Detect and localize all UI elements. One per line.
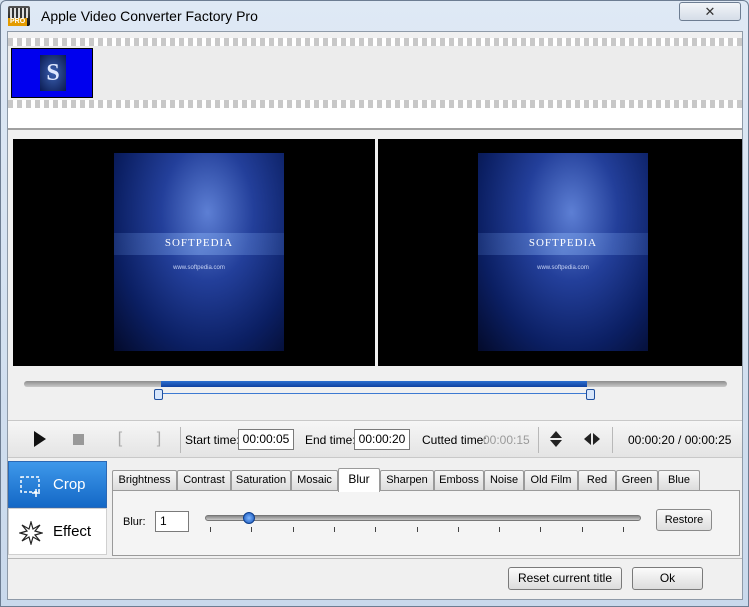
slider-tick xyxy=(375,527,377,532)
tab-emboss[interactable]: Emboss xyxy=(434,470,484,490)
app-logo-icon: PRO xyxy=(8,6,30,26)
crop-button[interactable]: Crop xyxy=(8,461,107,508)
title-bar: PRO Apple Video Converter Factory Pro ✕ xyxy=(1,1,748,31)
play-icon[interactable] xyxy=(30,421,50,457)
slider-tick xyxy=(581,527,583,532)
blur-label: Blur: xyxy=(123,516,146,528)
crop-icon xyxy=(20,476,40,497)
tab-green[interactable]: Green xyxy=(616,470,658,490)
strip-band xyxy=(8,46,742,100)
end-time-label: End time: xyxy=(305,433,356,447)
film-sprockets-top xyxy=(8,38,742,46)
divider xyxy=(8,128,742,130)
tab-contrast[interactable]: Contrast xyxy=(177,470,231,490)
slider-ticks xyxy=(210,527,640,533)
end-time-field[interactable]: 00:00:20 xyxy=(354,429,410,450)
main-content: S SOFTPEDIA www.softpedia.com SOFTPEDIA … xyxy=(7,31,743,600)
close-button[interactable]: ✕ xyxy=(679,2,741,21)
tab-noise[interactable]: Noise xyxy=(484,470,524,490)
original-preview: SOFTPEDIA www.softpedia.com xyxy=(13,139,375,366)
blur-slider-thumb[interactable] xyxy=(242,512,255,524)
separator xyxy=(612,427,613,453)
slider-tick xyxy=(623,527,624,532)
slider-tick xyxy=(499,527,501,532)
frame-url-text: www.softpedia.com xyxy=(173,265,225,271)
timeline-selection xyxy=(161,381,587,387)
tab-saturation[interactable]: Saturation xyxy=(231,470,291,490)
slider-tick xyxy=(416,527,418,532)
window-title: Apple Video Converter Factory Pro xyxy=(41,8,258,24)
slider-tick xyxy=(333,527,335,532)
frame-brand-text: SOFTPEDIA xyxy=(164,237,234,249)
output-preview: SOFTPEDIA www.softpedia.com xyxy=(378,139,742,366)
divider xyxy=(8,558,742,559)
stop-icon[interactable] xyxy=(68,421,88,457)
set-start-icon[interactable]: [ xyxy=(112,421,128,457)
start-time-label: Start time: xyxy=(185,433,240,447)
blur-slider-track[interactable] xyxy=(205,515,641,521)
start-marker-handle[interactable] xyxy=(154,389,163,400)
selection-line xyxy=(161,393,590,394)
slider-tick xyxy=(210,527,211,532)
separator xyxy=(180,427,181,453)
frame-url-text: www.softpedia.com xyxy=(537,265,589,271)
slider-tick xyxy=(251,527,253,532)
film-sprockets-bottom xyxy=(8,100,742,108)
tab-brightness[interactable]: Brightness xyxy=(112,470,177,490)
cutted-time-label: Cutted time: xyxy=(422,433,487,447)
original-frame: SOFTPEDIA www.softpedia.com xyxy=(114,153,284,351)
slider-tick xyxy=(457,527,459,532)
playback-controls: [ ] Start time: 00:00:05 End time: 00:00… xyxy=(8,420,742,458)
restore-button[interactable]: Restore xyxy=(656,509,712,531)
set-end-icon[interactable]: ] xyxy=(151,421,167,457)
crop-label: Crop xyxy=(53,476,86,493)
title-thumbnail[interactable]: S xyxy=(11,48,93,98)
cutted-time-value: 00:00:15 xyxy=(483,433,530,447)
slider-tick xyxy=(292,527,294,532)
tab-blue[interactable]: Blue xyxy=(658,470,700,490)
end-marker-handle[interactable] xyxy=(586,389,595,400)
tab-blur[interactable]: Blur xyxy=(338,468,380,492)
tab-old-film[interactable]: Old Film xyxy=(524,470,578,490)
separator xyxy=(538,427,539,453)
horizontal-flip-icon[interactable] xyxy=(582,421,602,457)
starburst-icon xyxy=(19,521,43,545)
thumbnail-strip: S xyxy=(8,38,742,128)
output-frame: SOFTPEDIA www.softpedia.com xyxy=(478,153,648,351)
frame-brand-text: SOFTPEDIA xyxy=(528,237,598,249)
position-display: 00:00:20 / 00:00:25 xyxy=(628,433,732,447)
thumbnail-logo: S xyxy=(40,55,66,91)
tab-mosaic[interactable]: Mosaic xyxy=(291,470,338,490)
app-window: PRO Apple Video Converter Factory Pro ✕ … xyxy=(0,0,749,607)
tab-red[interactable]: Red xyxy=(578,470,616,490)
pro-badge: PRO xyxy=(8,18,28,26)
reset-current-title-button[interactable]: Reset current title xyxy=(508,567,622,590)
ok-button[interactable]: Ok xyxy=(632,567,703,590)
film-strip-icon xyxy=(10,8,28,18)
effect-label: Effect xyxy=(53,523,92,540)
blur-value-field[interactable]: 1 xyxy=(155,511,189,532)
start-time-field[interactable]: 00:00:05 xyxy=(238,429,294,450)
blur-panel: Blur: 1 Restore xyxy=(112,490,740,556)
tab-sharpen[interactable]: Sharpen xyxy=(380,470,434,490)
effect-button[interactable]: Effect xyxy=(8,508,107,555)
vertical-flip-icon[interactable] xyxy=(546,421,566,457)
slider-tick xyxy=(540,527,542,532)
